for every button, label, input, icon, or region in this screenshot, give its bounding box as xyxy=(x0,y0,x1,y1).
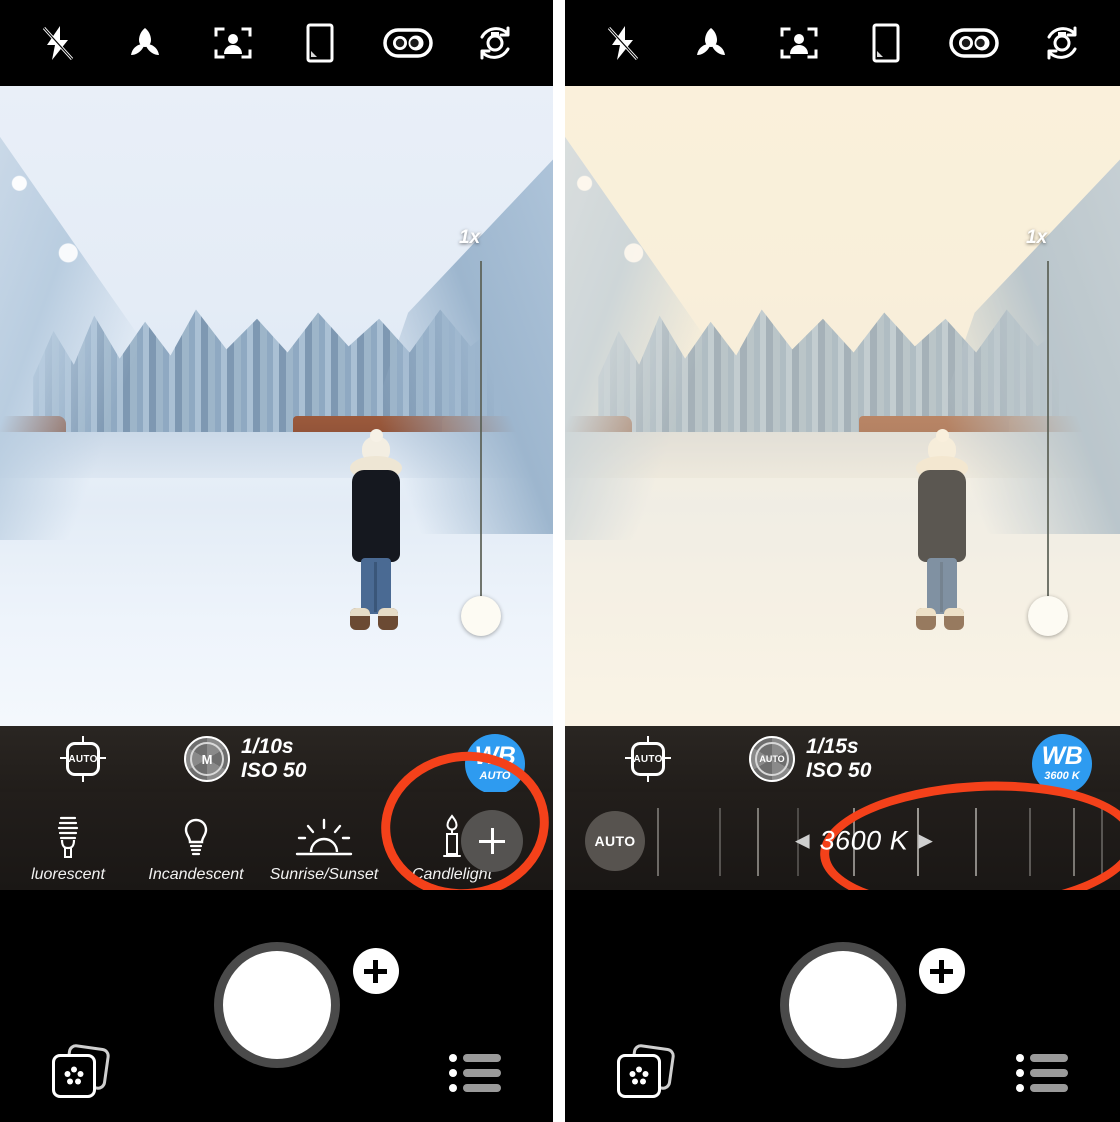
flower-icon xyxy=(64,1066,84,1085)
macro-icon[interactable] xyxy=(685,17,737,69)
face-detection-icon[interactable] xyxy=(773,17,825,69)
fluorescent-bulb-icon xyxy=(4,810,132,862)
preset-fluorescent[interactable]: luorescent xyxy=(4,810,132,890)
panel-divider xyxy=(553,0,565,1122)
preset-incandescent[interactable]: Incandescent xyxy=(132,810,260,890)
quick-add-button[interactable] xyxy=(918,948,965,994)
quick-add-button[interactable] xyxy=(352,948,399,994)
exposure-button-left[interactable]: M 1/10s ISO 50 xyxy=(184,735,306,782)
zoom-level-label: 1x xyxy=(1026,226,1048,248)
white-balance-badge-left[interactable]: WB AUTO xyxy=(465,734,525,794)
sun-horizon-icon xyxy=(260,810,388,862)
wb-title: WB xyxy=(474,742,516,771)
macro-icon[interactable] xyxy=(119,17,171,69)
auto-white-balance-button[interactable]: AUTO xyxy=(585,811,645,871)
viewfinder-left[interactable]: 1x xyxy=(0,86,553,726)
viewfinder-right[interactable]: 1x xyxy=(565,86,1120,726)
autofocus-button-right[interactable]: AUTO xyxy=(625,736,671,782)
shutter-speed-value: 1/10s xyxy=(241,735,294,759)
exposure-mode-label: AUTO xyxy=(759,754,785,764)
kelvin-increase-arrow[interactable]: ▶ xyxy=(918,832,933,851)
dual-lens-icon[interactable] xyxy=(382,17,434,69)
camera-panel-right: 1x AUTO AUTO 1/15s ISO 50 WB 3600 K AUTO… xyxy=(565,0,1120,1122)
shutter-button[interactable] xyxy=(213,942,340,1068)
wb-value: 3600 K xyxy=(1044,770,1080,783)
person-figure xyxy=(348,429,404,636)
zoom-track xyxy=(480,260,482,601)
light-bulb-icon xyxy=(132,810,260,862)
wb-title: WB xyxy=(1041,742,1083,771)
exposure-mode-label: M xyxy=(201,751,213,767)
aspect-ratio-icon[interactable] xyxy=(860,17,912,69)
white-balance-presets-row: luorescent Incandescent Sunrise/Sunset C… xyxy=(0,741,553,909)
face-detection-icon[interactable] xyxy=(207,17,259,69)
camera-flip-icon[interactable] xyxy=(469,17,521,69)
shutter-button[interactable] xyxy=(779,942,906,1068)
kelvin-value: 3600 K xyxy=(819,825,909,856)
comparison-screenshot: 1x AUTO M 1/10s ISO 50 WB AUTO luorescen… xyxy=(0,0,1120,1122)
zoom-knob[interactable] xyxy=(461,596,501,637)
flash-off-icon[interactable] xyxy=(32,17,84,69)
kelvin-decrease-arrow[interactable]: ◀ xyxy=(795,832,810,851)
autofocus-button-left[interactable]: AUTO xyxy=(60,736,106,782)
bottom-bar-right xyxy=(565,890,1120,1122)
zoom-slider-left[interactable]: 1x xyxy=(459,226,501,637)
settings-bar-right: AUTO AUTO 1/15s ISO 50 WB 3600 K xyxy=(565,726,1120,794)
preset-label: luorescent xyxy=(31,866,105,883)
bottom-bar-left xyxy=(0,890,553,1122)
iso-value: ISO 50 xyxy=(806,759,872,782)
autofocus-mode-label: AUTO xyxy=(633,753,663,765)
preset-label: Incandescent xyxy=(148,866,244,883)
aperture-icon: M xyxy=(184,736,230,782)
flash-off-icon[interactable] xyxy=(597,17,649,69)
kelvin-slider-row: AUTO ◀ 3600 K ▶ xyxy=(565,773,1120,921)
camera-panel-left: 1x AUTO M 1/10s ISO 50 WB AUTO luorescen… xyxy=(0,0,553,1122)
preset-label: Sunrise/Sunset xyxy=(269,866,379,883)
preset-sunrise-sunset[interactable]: Sunrise/Sunset xyxy=(260,810,388,890)
flower-icon xyxy=(629,1066,649,1085)
camera-flip-icon[interactable] xyxy=(1036,17,1088,69)
dual-lens-icon[interactable] xyxy=(948,17,1000,69)
autofocus-mode-label: AUTO xyxy=(68,753,98,765)
iso-value: ISO 50 xyxy=(241,759,307,782)
zoom-level-label: 1x xyxy=(459,226,481,248)
zoom-knob[interactable] xyxy=(1028,596,1068,637)
aperture-icon: AUTO xyxy=(749,736,795,782)
settings-list-button[interactable] xyxy=(449,1054,501,1092)
settings-bar-left: AUTO M 1/10s ISO 50 WB AUTO xyxy=(0,726,553,794)
auto-label: AUTO xyxy=(594,833,636,849)
white-balance-badge-right[interactable]: WB 3600 K xyxy=(1032,734,1092,794)
wb-value: AUTO xyxy=(479,770,511,783)
add-custom-white-balance-button[interactable] xyxy=(461,810,523,872)
settings-list-button[interactable] xyxy=(1016,1054,1068,1092)
kelvin-readout[interactable]: ◀ 3600 K ▶ xyxy=(795,826,933,857)
top-toolbar-right xyxy=(565,0,1120,86)
gallery-filters-button[interactable] xyxy=(52,1043,111,1098)
gallery-filters-button[interactable] xyxy=(617,1043,676,1098)
zoom-slider-right[interactable]: 1x xyxy=(1026,226,1068,637)
zoom-track xyxy=(1047,260,1049,601)
top-toolbar-left xyxy=(0,0,553,86)
aspect-ratio-icon[interactable] xyxy=(294,17,346,69)
exposure-button-right[interactable]: AUTO 1/15s ISO 50 xyxy=(749,735,871,782)
shutter-speed-value: 1/15s xyxy=(806,735,859,759)
